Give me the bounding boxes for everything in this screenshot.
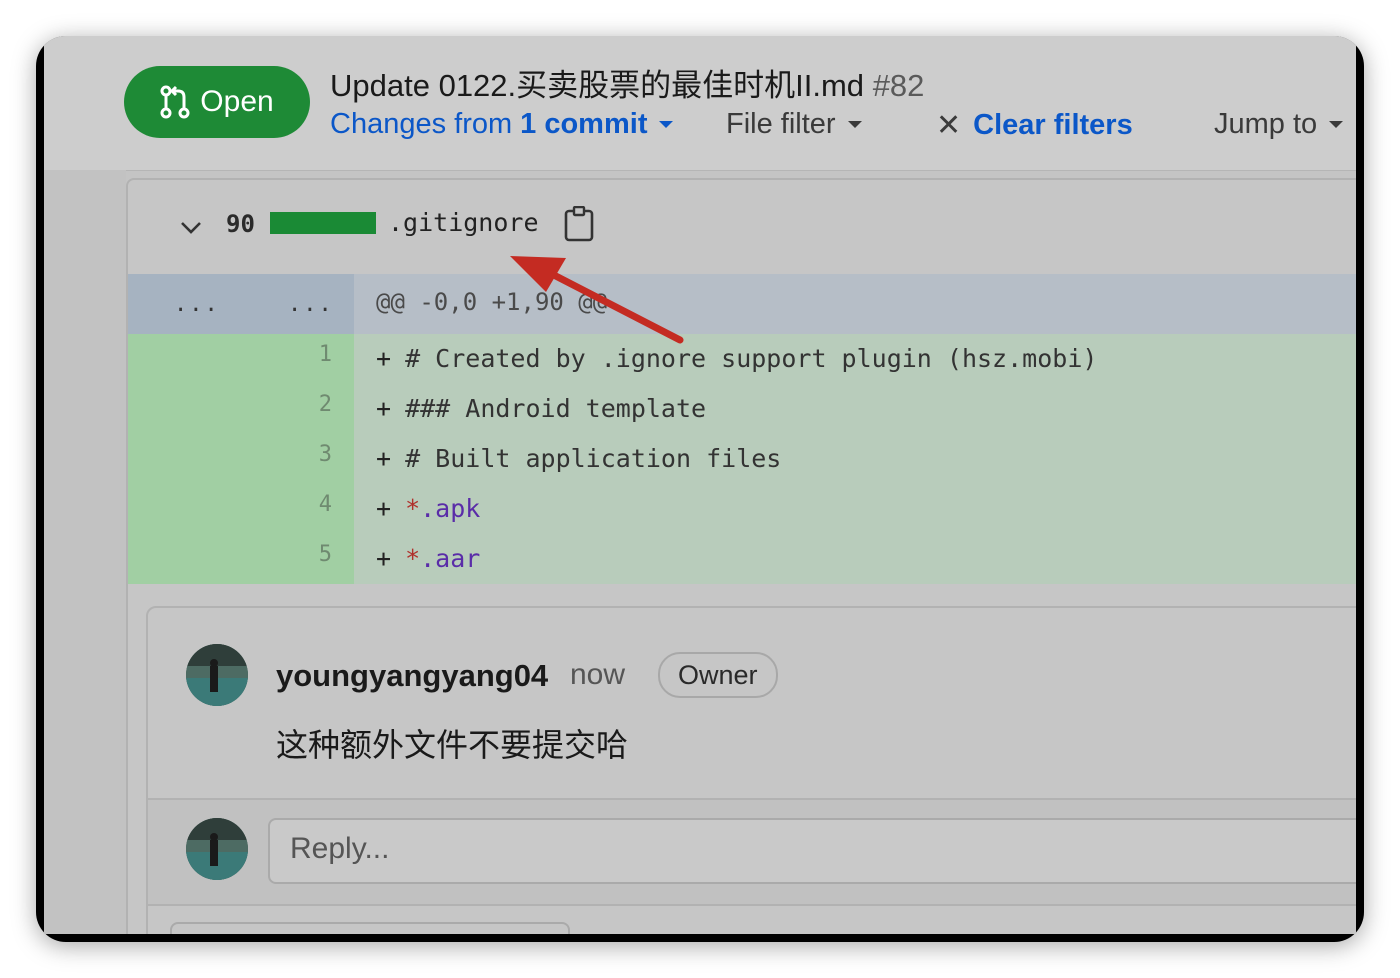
reply-row: Reply...	[148, 798, 1356, 904]
diff-line: 3 + # Built application files	[128, 434, 1356, 484]
pr-header: Open Update 0122.买卖股票的最佳时机II.md #82 Chan…	[44, 36, 1356, 171]
screenshot-frame: Open Update 0122.买卖股票的最佳时机II.md #82 Chan…	[36, 36, 1364, 942]
avatar-image	[186, 644, 248, 706]
clear-filters-button[interactable]: ✕ Clear filters	[936, 108, 1133, 143]
status-label: Open	[200, 85, 274, 118]
line-number[interactable]: 3	[319, 442, 332, 467]
avatar	[186, 818, 248, 880]
avatar-image	[186, 818, 248, 880]
added-marker: +	[376, 494, 392, 523]
added-marker: +	[376, 344, 392, 373]
glob-star: *	[405, 494, 421, 523]
file-filter-label: File filter	[726, 108, 836, 140]
changes-from-prefix: Changes from	[330, 108, 513, 140]
pr-title: Update 0122.买卖股票的最佳时机II.md #82	[330, 60, 924, 105]
owner-badge: Owner	[658, 652, 778, 698]
close-icon: ✕	[936, 109, 962, 142]
file-name[interactable]: .gitignore	[388, 208, 539, 237]
avatar[interactable]	[186, 644, 248, 706]
hunk-header-row: ... ... @@ -0,0 +1,90 @@	[128, 274, 1356, 334]
review-comment-thread: youngyangyang04 now Owner 这种额外文件不要提交哈 Re…	[146, 606, 1356, 934]
changes-from-count: 1 commit	[520, 108, 648, 140]
comment-author[interactable]: youngyangyang04	[276, 658, 548, 694]
chevron-down-icon[interactable]	[180, 216, 202, 238]
code-text: # Built application files	[405, 444, 782, 473]
code-text: ### Android template	[405, 394, 707, 423]
file-header: 90 .gitignore	[128, 180, 1356, 276]
diff-lines: 1 + # Created by .ignore support plugin (…	[128, 334, 1356, 584]
caret-down-icon	[659, 121, 674, 128]
diff-line: 2 + ### Android template	[128, 384, 1356, 434]
jump-to-label: Jump to	[1214, 108, 1318, 140]
pr-number: #82	[872, 68, 925, 103]
copy-path-icon[interactable]	[564, 206, 594, 242]
diff-line: 1 + # Created by .ignore support plugin (…	[128, 334, 1356, 384]
line-number[interactable]: 4	[319, 492, 332, 517]
diff-line: 5 + *.aar	[128, 534, 1356, 584]
expand-right[interactable]: ...	[288, 292, 334, 317]
reply-input[interactable]: Reply...	[268, 818, 1356, 884]
comment-timestamp[interactable]: now	[570, 658, 625, 692]
file-diff: 90 .gitignore ... ... @@ -0,0 +1,90 @@ 1…	[126, 178, 1356, 934]
hunk-header: @@ -0,0 +1,90 @@	[376, 288, 608, 316]
left-rail	[44, 170, 126, 934]
expand-left[interactable]: ...	[174, 292, 220, 317]
glob-extension: .aar	[420, 544, 481, 573]
glob-star: *	[405, 544, 421, 573]
diff-line: 4 + *.apk	[128, 484, 1356, 534]
added-marker: +	[376, 444, 392, 473]
line-number[interactable]: 2	[319, 392, 332, 417]
code-text: # Created by .ignore support plugin (hsz…	[405, 344, 1098, 373]
diff-line-count: 90	[226, 210, 255, 238]
added-marker: +	[376, 544, 392, 573]
diffstat-bar	[270, 212, 376, 234]
pull-request-page: Open Update 0122.买卖股票的最佳时机II.md #82 Chan…	[44, 36, 1356, 934]
line-number[interactable]: 5	[319, 542, 332, 567]
reply-placeholder: Reply...	[290, 832, 390, 865]
status-badge-open: Open	[124, 66, 310, 138]
changes-from-dropdown[interactable]: Changes from 1 commit	[330, 108, 674, 141]
added-marker: +	[376, 394, 392, 423]
caret-down-icon	[847, 121, 862, 128]
clear-filters-label: Clear filters	[973, 109, 1133, 141]
file-filter-dropdown[interactable]: File filter	[726, 108, 862, 141]
jump-to-dropdown[interactable]: Jump to	[1214, 108, 1344, 141]
thread-footer	[148, 904, 1356, 934]
pr-title-text: Update 0122.买卖股票的最佳时机II.md	[330, 68, 865, 103]
caret-down-icon	[1329, 121, 1344, 128]
resolve-conversation-button[interactable]	[170, 922, 570, 934]
glob-extension: .apk	[420, 494, 481, 523]
comment-body: 这种额外文件不要提交哈	[276, 727, 629, 763]
pull-request-icon	[160, 85, 190, 119]
line-number[interactable]: 1	[319, 342, 332, 367]
